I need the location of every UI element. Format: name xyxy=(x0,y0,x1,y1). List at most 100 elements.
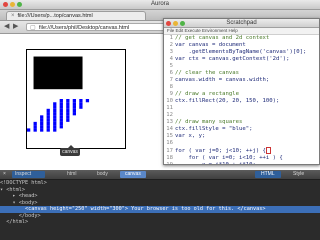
breadcrumb-body[interactable]: body xyxy=(92,171,113,178)
markup-tree[interactable]: <!DOCTYPE html> ▾ <html> ▸ <head> ▾ <body… xyxy=(0,180,320,240)
close-tab-icon[interactable]: × xyxy=(11,13,15,19)
code-line: 11 xyxy=(164,105,319,112)
code-text: for ( var i=0; i<10; ++i ) { xyxy=(175,155,283,161)
tab-style[interactable]: Style xyxy=(287,171,310,178)
code-text: x = i*10 + j*10; xyxy=(175,162,256,164)
canvas-blue-square xyxy=(72,108,76,113)
canvas-blue-square xyxy=(33,128,37,132)
canvas-blue-square xyxy=(59,99,63,103)
tab-canvas[interactable]: × file:///Users/p...top/canvas.html xyxy=(6,11,146,20)
canvas-blue-square xyxy=(66,108,70,113)
canvas-blue-square xyxy=(66,115,70,119)
canvas-blue-square xyxy=(46,108,50,113)
code-line: 7 canvas.width = canvas.width; xyxy=(164,77,319,84)
code-line: 9// draw a rectangle xyxy=(164,91,319,98)
line-number: 11 xyxy=(166,105,173,111)
back-icon[interactable]: ◀ xyxy=(4,23,9,31)
line-number: 9 xyxy=(169,91,173,97)
canvas-blue-square xyxy=(85,99,90,103)
canvas-blue-square xyxy=(53,108,57,113)
code-line: 13// draw many squares xyxy=(164,119,319,126)
code-text: ctx.fillRect(20, 20, 150, 100); xyxy=(175,98,280,104)
canvas-blue-square xyxy=(46,128,50,132)
canvas-blue-square xyxy=(79,105,83,109)
line-number: 6 xyxy=(169,70,173,76)
tab-label: file:///Users/p...top/canvas.html xyxy=(17,13,93,19)
code-editor[interactable]: 1// get canvas and 2d context 2 var canvas… xyxy=(164,35,319,164)
minimize-window-button[interactable] xyxy=(10,2,15,7)
canvas-blue-square xyxy=(27,128,31,132)
line-number: 4 xyxy=(169,56,173,62)
forward-icon[interactable]: ▶ xyxy=(13,23,18,31)
canvas-blue-square xyxy=(46,121,50,126)
line-number: 7 xyxy=(169,77,173,83)
canvas-blue-square xyxy=(66,112,70,116)
code-line: 14 ctx.fillStyle = "blue"; xyxy=(164,126,319,133)
scratchpad-zoom-button[interactable] xyxy=(180,20,185,26)
canvas-blue-square xyxy=(40,118,44,122)
code-line: 15 var x, y; xyxy=(164,133,319,140)
element-tooltip: canvas xyxy=(60,145,80,156)
canvas-blue-square xyxy=(53,112,57,116)
code-line: 12 xyxy=(164,112,319,119)
canvas-blue-square xyxy=(79,99,83,103)
code-text: var ctx = canvas.getContext('2d'); xyxy=(175,56,290,62)
canvas-blue-square xyxy=(53,115,57,119)
code-line: 8 xyxy=(164,84,319,91)
line-number: 18 xyxy=(166,155,173,161)
markup-row[interactable]: </html> xyxy=(0,219,320,226)
scratchpad-title: Scratchpad xyxy=(226,20,257,26)
code-line: 3 .getElementsByTagName('canvas')[0]; xyxy=(164,49,319,56)
line-number: 13 xyxy=(166,119,173,125)
line-number: 15 xyxy=(166,133,173,139)
canvas-drawing xyxy=(27,56,90,132)
code-line: 16 xyxy=(164,140,319,147)
close-window-button[interactable] xyxy=(3,2,8,7)
canvas-blue-square xyxy=(40,121,44,126)
code-text: var x, y; xyxy=(175,133,206,139)
code-line: 19 x = i*10 + j*10; xyxy=(164,162,319,164)
breadcrumb-html[interactable]: html xyxy=(62,171,81,178)
canvas-blue-square xyxy=(53,121,57,126)
code-line: 2 var canvas = document xyxy=(164,42,319,49)
code-line: 5 xyxy=(164,63,319,70)
window-titlebar: Aurora xyxy=(0,0,320,10)
canvas-blue-square xyxy=(59,112,63,116)
scratchpad-close-button[interactable] xyxy=(166,20,171,26)
url-text: file:///Users/phil/Desktop/canvas.html xyxy=(39,25,130,31)
canvas-blue-square xyxy=(53,125,57,129)
inspect-button[interactable]: Inspect xyxy=(12,171,45,178)
canvas-black-rectangle xyxy=(33,56,83,90)
code-line: 18 for ( var i=0; i<10; ++i ) { xyxy=(164,155,319,162)
line-number: 16 xyxy=(166,140,173,146)
code-text: for ( var j=0; j<10; ++j) { xyxy=(175,148,266,154)
code-text: .getElementsByTagName('canvas')[0]; xyxy=(175,49,307,55)
line-number: 14 xyxy=(166,126,173,132)
canvas-blue-square xyxy=(46,115,50,119)
code-line: 10 ctx.fillRect(20, 20, 150, 100); xyxy=(164,98,319,105)
line-number: 8 xyxy=(169,84,173,90)
close-devtools-icon[interactable]: × xyxy=(3,171,6,178)
canvas-blue-square xyxy=(46,118,50,122)
canvas-blue-square xyxy=(40,125,44,129)
code-text: // draw many squares xyxy=(175,119,243,125)
canvas-blue-square xyxy=(72,112,76,116)
canvas-blue-square xyxy=(40,115,44,119)
scratchpad-titlebar: Scratchpad xyxy=(164,19,319,28)
line-number: 10 xyxy=(166,98,173,104)
code-text: ctx.fillStyle = "blue"; xyxy=(175,126,253,132)
zoom-window-button[interactable] xyxy=(17,2,22,7)
canvas-element[interactable] xyxy=(26,49,126,149)
tab-html[interactable]: HTML xyxy=(255,171,281,178)
canvas-blue-square xyxy=(53,128,57,132)
scratchpad-menu[interactable]: File Edit Execute Environment Help xyxy=(164,28,319,35)
canvas-blue-square xyxy=(59,105,63,109)
line-number: 1 xyxy=(169,35,173,41)
canvas-blue-square xyxy=(72,102,76,106)
canvas-blue-square xyxy=(59,102,63,106)
breadcrumb-canvas[interactable]: canvas xyxy=(120,171,146,178)
line-number: 17 xyxy=(166,148,173,154)
scratchpad-minimize-button[interactable] xyxy=(173,20,178,26)
devtools-panel: × Inspect html body canvas HTML Style <!… xyxy=(0,170,320,240)
code-line: 6// clear the canvas xyxy=(164,70,319,77)
